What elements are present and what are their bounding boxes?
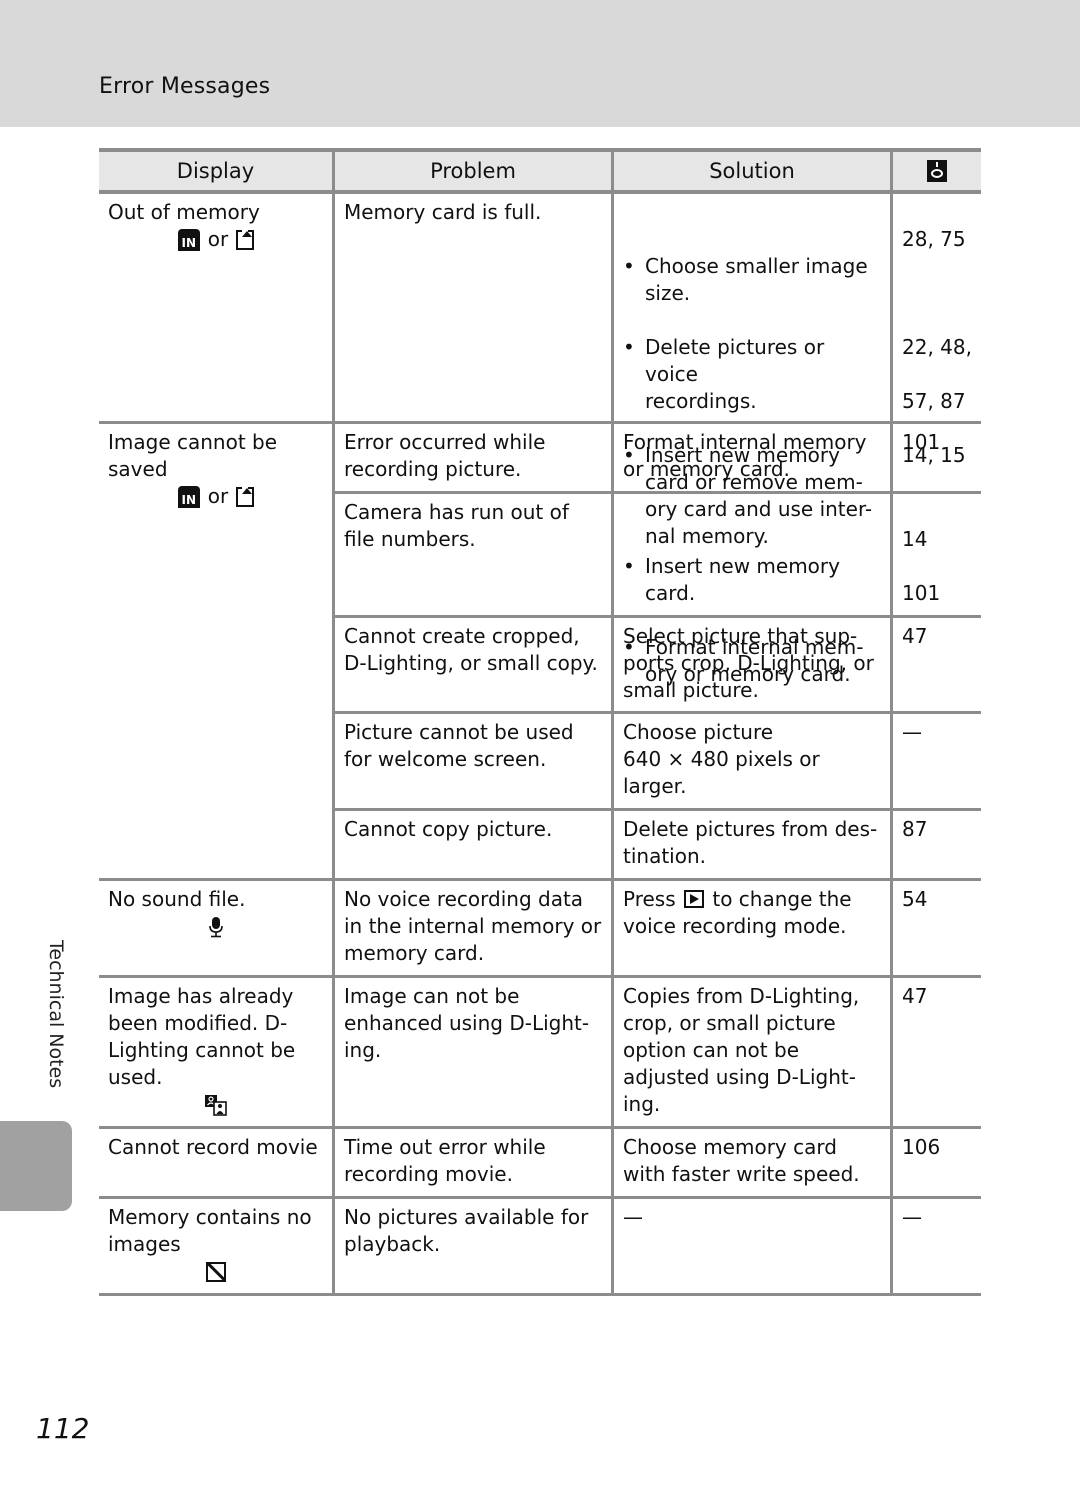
page-reference: 28, 75 [902,227,966,251]
microphone-icon [209,916,223,937]
solution-cell: Copies from D-Lighting, crop, or small p… [611,978,890,1126]
display-cell: Image cannot be saved IN or [99,424,332,878]
display-icons: IN or [108,226,324,253]
connector-text: or [207,227,229,251]
page-reference: 57, 87 [902,389,966,413]
problem-cell: Cannot copy picture. [344,817,553,841]
solution-bullet: Insert new memory card. [623,553,882,607]
chapter-side-label: Technical Notes [45,940,67,1089]
solution-cell: Delete pictures from des- tination. [611,811,890,878]
column-header-solution: Solution [611,152,890,190]
solution-bullet: Format internal mem- ory or memory card. [623,634,882,688]
reference-cell: — [890,1199,981,1293]
display-icons [108,913,324,940]
problem-cell: No pictures available for playback. [344,1205,589,1256]
problem-cell: No voice recording data in the internal … [344,887,602,965]
table-row: Time out error while recording movie. Ch… [335,1129,981,1196]
display-message: Cannot record movie [108,1135,318,1159]
table-row: No voice recording data in the internal … [335,881,981,975]
table-row: No pictures available for playback. — — [335,1199,981,1293]
section-title: Error Messages [99,74,271,99]
solution-bullet: Delete pictures or voice recordings. [623,334,882,415]
display-icons [108,1258,324,1285]
display-cell: Cannot record movie [99,1129,332,1196]
display-message: No sound file. [108,887,246,911]
reference-cell: — [890,714,981,808]
column-header-reference [890,152,981,190]
display-cell: Out of memory IN or [99,194,332,421]
page-reference-icon [927,160,947,182]
problem-cell: Picture cannot be used for welcome scree… [344,720,574,771]
display-message: Out of memory [108,200,260,224]
reference-cell: 54 [890,881,981,975]
section-header-band: Error Messages [0,0,1080,127]
reference-cell: 47 [890,618,981,712]
display-cell: Memory contains no images [99,1199,332,1293]
reference-cell: 106 [890,1129,981,1196]
solution-cell: Choose picture 640 × 480 pixels or large… [611,714,890,808]
internal-memory-icon: IN [177,485,200,508]
chapter-thumb-tab [0,1121,72,1211]
display-cell: No sound file. [99,881,332,975]
display-cell: Image has already been modified. D- Ligh… [99,978,332,1126]
solution-bullet: Insert new memory card or remove mem- or… [623,442,882,550]
table-row: Image can not be enhanced using D-Light-… [335,978,981,1126]
table-row-group: Memory contains no images No pictures av… [99,1199,981,1296]
column-header-problem: Problem [332,152,611,190]
solution-cell: Choose smaller image size. Delete pictur… [611,194,890,612]
reference-cell: 47 [890,978,981,1126]
column-header-display: Display [176,159,255,183]
table-row: Memory card is full. Choose smaller imag… [335,194,981,612]
display-message: Image has already been modified. D- Ligh… [108,984,296,1089]
page-reference: 14 [902,527,928,551]
connector-text: or [207,484,229,508]
problem-cell: Cannot create cropped, D-Lighting, or sm… [344,624,598,675]
solution-bullet: Choose smaller image size. [623,253,882,307]
d-lighting-icon [205,1094,227,1116]
display-icons [108,1091,324,1118]
table-row-group: Image has already been modified. D- Ligh… [99,978,981,1129]
memory-card-icon [236,229,255,250]
page-number: 112 [36,1412,90,1445]
display-icons: IN or [108,483,324,510]
solution-text: Press [623,887,676,911]
no-image-icon [206,1261,226,1282]
error-messages-table: Display Problem Solution Out of memory I… [99,148,981,1296]
table-row: Cannot copy picture. Delete pictures fro… [335,808,981,878]
problem-cell: Error occurred while recording picture. [344,430,546,481]
solution-cell: Choose memory card with faster write spe… [611,1129,890,1196]
solution-cell: — [611,1199,890,1293]
solution-cell: Press to change the voice recording mode… [611,881,890,975]
problem-cell: Time out error while recording movie. [344,1135,546,1186]
memory-card-icon [236,486,255,507]
problem-cell: Image can not be enhanced using D-Light-… [344,984,590,1062]
reference-cell: 101 [890,424,981,491]
internal-memory-icon: IN [177,228,200,251]
display-message: Memory contains no images [108,1205,312,1256]
table-row-group: Out of memory IN or Memory card is full.… [99,194,981,612]
playback-button-icon [684,890,704,908]
table-header-row: Display Problem Solution [99,148,981,194]
table-row-group: No sound file. No voice recording data i… [99,881,981,978]
page-reference: 101 [902,581,941,605]
table-row-group: Cannot record movie Time out error while… [99,1129,981,1199]
page-reference: 22, 48, [902,335,972,359]
table-row: Picture cannot be used for welcome scree… [335,711,981,808]
display-message: Image cannot be saved [108,430,278,481]
reference-cell: 87 [890,811,981,878]
